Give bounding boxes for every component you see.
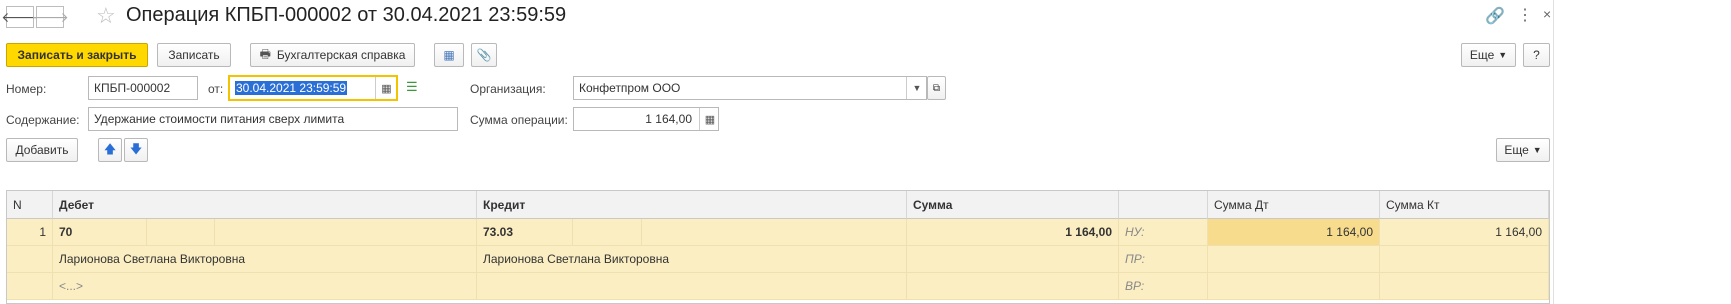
- column-header-blank[interactable]: [1119, 191, 1208, 219]
- table-more-button[interactable]: Еще ▼: [1496, 138, 1550, 162]
- printer-icon: 🖶: [259, 46, 271, 61]
- vertical-dots-icon[interactable]: ⋮: [1517, 5, 1533, 25]
- sum-dt-cell[interactable]: 1 164,00: [1208, 219, 1380, 245]
- table-row[interactable]: 1 70 73.03 1 164,00 НУ: 1 164,00 1 164,0…: [7, 219, 1549, 246]
- open-org-button[interactable]: ⧉: [927, 76, 946, 100]
- column-header-sum-kt[interactable]: Сумма Кт: [1380, 191, 1549, 219]
- save-and-close-button[interactable]: Записать и закрыть: [6, 43, 148, 67]
- debit-subconto-1[interactable]: Ларионова Светлана Викторовна: [53, 246, 477, 272]
- empty-cell[interactable]: [1380, 246, 1549, 272]
- arrow-down-icon: 🡇: [129, 141, 143, 156]
- sum-label: Сумма операции:: [470, 113, 568, 127]
- date-label: от:: [208, 82, 224, 96]
- entries-table: N Дебет Кредит Сумма Сумма Дт Сумма Кт 1…: [6, 190, 1550, 304]
- vr-label: ВР:: [1119, 273, 1208, 299]
- column-header-debit[interactable]: Дебет: [53, 191, 477, 219]
- number-label: Номер:: [6, 82, 47, 96]
- empty-cell[interactable]: [1208, 273, 1380, 299]
- accounting-report-label: Бухгалтерская справка: [276, 48, 406, 62]
- row-number: 1: [7, 219, 53, 245]
- structure-button[interactable]: ▦: [434, 43, 464, 67]
- content-field[interactable]: Удержание стоимости питания сверх лимита: [88, 107, 458, 131]
- table-more-label: Еще: [1504, 143, 1529, 157]
- help-button[interactable]: ?: [1523, 43, 1550, 67]
- calculator-icon[interactable]: ▦: [699, 108, 720, 130]
- debit-account[interactable]: 70: [53, 219, 147, 245]
- sum-field[interactable]: 1 164,00: [573, 107, 719, 131]
- number-field[interactable]: КПБП-000002: [88, 76, 198, 100]
- move-up-button[interactable]: 🡅: [98, 138, 122, 162]
- column-header-credit[interactable]: Кредит: [477, 191, 907, 219]
- save-button[interactable]: Записать: [157, 43, 231, 67]
- back-button[interactable]: 🡐: [1, 6, 39, 28]
- arrow-right-icon: 🡒: [31, 8, 69, 25]
- forward-button[interactable]: 🡒: [31, 6, 69, 28]
- credit-subconto-1[interactable]: Ларионова Светлана Викторовна: [477, 246, 907, 272]
- scrollbar-track[interactable]: [1553, 0, 1554, 304]
- pr-label: ПР:: [1119, 246, 1208, 272]
- chevron-down-icon: ▼: [1498, 50, 1508, 60]
- list-icon[interactable]: ☰: [406, 79, 418, 95]
- sum-kt-cell[interactable]: 1 164,00: [1380, 219, 1549, 245]
- chevron-down-icon: ▼: [1532, 145, 1542, 155]
- dropdown-icon[interactable]: ▼: [906, 77, 927, 99]
- move-down-button[interactable]: 🡇: [124, 138, 148, 162]
- empty-cell[interactable]: [1380, 273, 1549, 299]
- more-button[interactable]: Еще ▼: [1461, 43, 1516, 67]
- credit-extra-cell[interactable]: [573, 219, 642, 245]
- page-title: Операция КПБП-000002 от 30.04.2021 23:59…: [126, 4, 567, 26]
- debit-subconto-2[interactable]: <...>: [53, 273, 477, 299]
- close-icon[interactable]: ×: [1543, 6, 1551, 22]
- link-icon[interactable]: 🔗: [1485, 6, 1505, 26]
- calendar-icon[interactable]: ▦: [375, 77, 397, 99]
- open-icon: ⧉: [932, 82, 941, 94]
- column-header-sum[interactable]: Сумма: [907, 191, 1119, 219]
- paperclip-icon: 📎: [476, 48, 492, 62]
- credit-subconto-2[interactable]: [477, 273, 907, 299]
- date-field[interactable]: 30.04.2021 23:59:59: [228, 75, 398, 101]
- column-header-n[interactable]: N: [7, 191, 53, 219]
- table-row-subconto-1[interactable]: Ларионова Светлана Викторовна Ларионова …: [7, 246, 1549, 273]
- more-label: Еще: [1469, 48, 1495, 62]
- empty-cell: [7, 273, 53, 299]
- empty-cell[interactable]: [1208, 246, 1380, 272]
- org-field[interactable]: Конфетпром ООО: [573, 76, 927, 100]
- attach-button[interactable]: 📎: [471, 43, 497, 67]
- empty-cell: [907, 246, 1119, 272]
- arrow-up-icon: 🡅: [103, 141, 117, 156]
- sum-cell[interactable]: 1 164,00: [907, 219, 1119, 245]
- star-icon[interactable]: ☆: [96, 3, 116, 29]
- nu-label: НУ:: [1119, 219, 1208, 245]
- accounting-report-button[interactable]: 🖶 Бухгалтерская справка: [250, 43, 415, 67]
- debit-extra-cell[interactable]: [147, 219, 215, 245]
- add-button[interactable]: Добавить: [6, 138, 78, 162]
- structure-icon: ▦: [443, 48, 455, 62]
- date-value: 30.04.2021 23:59:59: [235, 81, 348, 95]
- debit-extra-cell[interactable]: [215, 219, 477, 245]
- empty-cell: [907, 273, 1119, 299]
- credit-account[interactable]: 73.03: [477, 219, 573, 245]
- org-label: Организация:: [470, 82, 546, 96]
- column-header-sum-dt[interactable]: Сумма Дт: [1208, 191, 1380, 219]
- table-row-subconto-2[interactable]: <...> ВР:: [7, 273, 1549, 300]
- empty-cell: [7, 246, 53, 272]
- content-label: Содержание:: [6, 113, 80, 127]
- credit-extra-cell[interactable]: [642, 219, 907, 245]
